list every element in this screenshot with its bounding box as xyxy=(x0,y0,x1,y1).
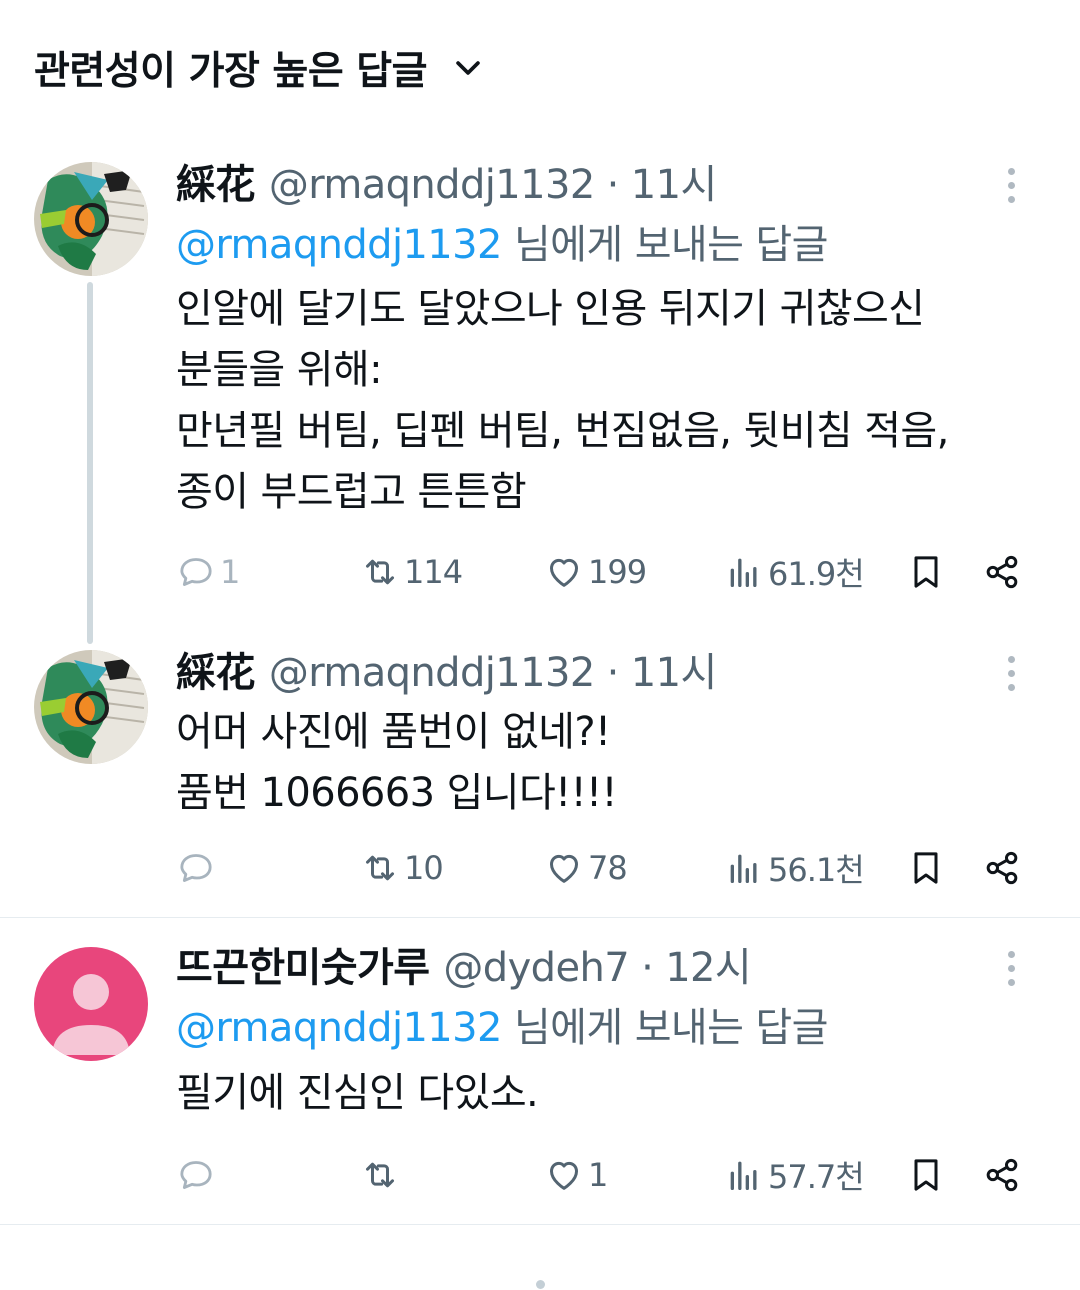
views-icon xyxy=(730,1161,757,1190)
chevron-down-icon xyxy=(456,61,480,75)
share-button[interactable] xyxy=(982,1145,1022,1205)
tweet-text-line: 만년필 버팀, 딥펜 버팀, 번짐없음, 뒷비침 적음, xyxy=(176,408,949,454)
replying-to-suffix: 님에게 보내는 답글 xyxy=(501,1005,828,1051)
author-name[interactable]: 綵花 xyxy=(176,644,255,702)
tweet-meta: 綵花 @rmaqnddj1132 · 11시 xyxy=(176,156,1036,214)
repost-button[interactable]: 10 xyxy=(360,838,444,898)
tweet-meta: 綵花 @rmaqnddj1132 · 11시 xyxy=(176,644,1036,702)
author-handle[interactable]: @dydeh7 xyxy=(443,939,629,997)
bookmark-icon xyxy=(914,556,938,588)
reply-button[interactable] xyxy=(176,1145,220,1205)
views-icon xyxy=(730,854,757,883)
like-icon xyxy=(550,558,578,587)
reply-icon xyxy=(180,1161,212,1189)
sort-dropdown[interactable]: 관련성이 가장 높은 답글 xyxy=(34,38,485,98)
share-icon xyxy=(986,851,1018,885)
bookmark-button[interactable] xyxy=(906,1145,946,1205)
share-button[interactable] xyxy=(982,542,1022,602)
share-icon xyxy=(986,1158,1018,1192)
like-button[interactable]: 78 xyxy=(544,838,628,898)
tweet-text-line: 종이 부드럽고 튼튼함 xyxy=(176,469,527,515)
author-name[interactable]: 綵花 xyxy=(176,156,255,214)
bookmark-icon xyxy=(914,852,938,884)
repost-count: 114 xyxy=(404,553,463,591)
share-icon xyxy=(986,555,1018,589)
reply-count: 1 xyxy=(220,553,240,591)
loading-indicator xyxy=(536,1280,545,1289)
tweet-body: 어머 사진에 품번이 없네?! 품번 1066663 입니다!!!! xyxy=(176,702,1036,824)
bookmark-button[interactable] xyxy=(906,838,946,898)
meta-separator: · xyxy=(641,945,654,991)
author-name[interactable]: 뜨끈한미숫가루 xyxy=(176,939,430,997)
action-bar: 1 114 199 61.9천 xyxy=(176,542,1036,602)
tweet-body: 인알에 달기도 달았으나 인용 뒤지기 귀찮으신 분들을 위해: 만년필 버팀,… xyxy=(176,279,1036,523)
tweet-text-line: 분들을 위해: xyxy=(176,347,383,393)
like-button[interactable]: 1 xyxy=(544,1145,608,1205)
bookmark-button[interactable] xyxy=(906,542,946,602)
repost-icon xyxy=(366,1162,394,1188)
more-options-button[interactable] xyxy=(986,156,1036,214)
tweet-text-line: 품번 1066663 입니다!!!! xyxy=(176,770,618,816)
more-options-button[interactable] xyxy=(986,939,1036,997)
avatar[interactable] xyxy=(34,162,148,276)
sort-label: 관련성이 가장 높은 답글 xyxy=(34,49,428,94)
mention-link[interactable]: @rmaqnddj1132 xyxy=(176,1005,502,1051)
tweet-text-line: 필기에 진심인 다있소. xyxy=(176,1070,539,1116)
like-icon xyxy=(550,854,578,883)
divider xyxy=(0,917,1080,918)
view-count: 57.7천 xyxy=(768,1158,865,1196)
avatar[interactable] xyxy=(34,947,148,1061)
thread-connector-line xyxy=(87,282,93,644)
avatar-image xyxy=(34,162,148,276)
author-handle[interactable]: @rmaqnddj1132 xyxy=(269,156,595,214)
tweet-body: 필기에 진심인 다있소. xyxy=(176,1063,1036,1124)
reply-button[interactable] xyxy=(176,838,220,898)
repost-count: 10 xyxy=(404,849,444,887)
share-button[interactable] xyxy=(982,838,1022,898)
view-count: 61.9천 xyxy=(768,555,865,593)
replying-to: @rmaqnddj1132 님에게 보내는 답글 xyxy=(176,216,1036,274)
mention-link[interactable]: @rmaqnddj1132 xyxy=(176,222,502,268)
repost-button[interactable]: 114 xyxy=(360,542,463,602)
meta-separator: · xyxy=(606,650,620,696)
more-icon xyxy=(1007,950,1015,958)
like-icon xyxy=(550,1161,578,1190)
more-icon xyxy=(1007,655,1015,663)
more-options-button[interactable] xyxy=(986,644,1036,702)
reply-icon xyxy=(180,854,212,882)
views-icon xyxy=(730,558,757,587)
action-bar: 10 78 56.1천 xyxy=(176,838,1036,898)
repost-icon xyxy=(366,559,394,585)
views-button[interactable]: 57.7천 xyxy=(724,1145,865,1205)
meta-separator: · xyxy=(606,162,620,208)
tweet-time[interactable]: 11시 xyxy=(631,156,718,214)
default-avatar-icon xyxy=(34,947,148,1061)
repost-icon xyxy=(366,855,394,881)
tweet-time[interactable]: 11시 xyxy=(631,644,718,702)
like-count: 1 xyxy=(588,1156,608,1194)
views-button[interactable]: 56.1천 xyxy=(724,838,865,898)
tweet-text-line: 어머 사진에 품번이 없네?! xyxy=(176,709,611,755)
view-count: 56.1천 xyxy=(768,851,865,889)
like-count: 199 xyxy=(588,553,647,591)
views-button[interactable]: 61.9천 xyxy=(724,542,865,602)
action-bar: 1 57.7천 xyxy=(176,1145,1036,1205)
reply-icon xyxy=(180,558,212,586)
like-count: 78 xyxy=(588,849,628,887)
tweet-text-line: 인알에 달기도 달았으나 인용 뒤지기 귀찮으신 xyxy=(176,286,925,332)
avatar[interactable] xyxy=(34,650,148,764)
tweet-meta: 뜨끈한미숫가루 @dydeh7 · 12시 xyxy=(176,939,1036,997)
avatar-image xyxy=(34,650,148,764)
replying-to: @rmaqnddj1132 님에게 보내는 답글 xyxy=(176,999,1036,1057)
bookmark-icon xyxy=(914,1159,938,1191)
tweet-time[interactable]: 12시 xyxy=(665,939,752,997)
divider xyxy=(0,1224,1080,1225)
replying-to-suffix: 님에게 보내는 답글 xyxy=(501,222,828,268)
more-icon xyxy=(1007,167,1015,175)
reply-button[interactable]: 1 xyxy=(176,542,240,602)
repost-button[interactable] xyxy=(360,1145,404,1205)
like-button[interactable]: 199 xyxy=(544,542,647,602)
author-handle[interactable]: @rmaqnddj1132 xyxy=(269,644,595,702)
